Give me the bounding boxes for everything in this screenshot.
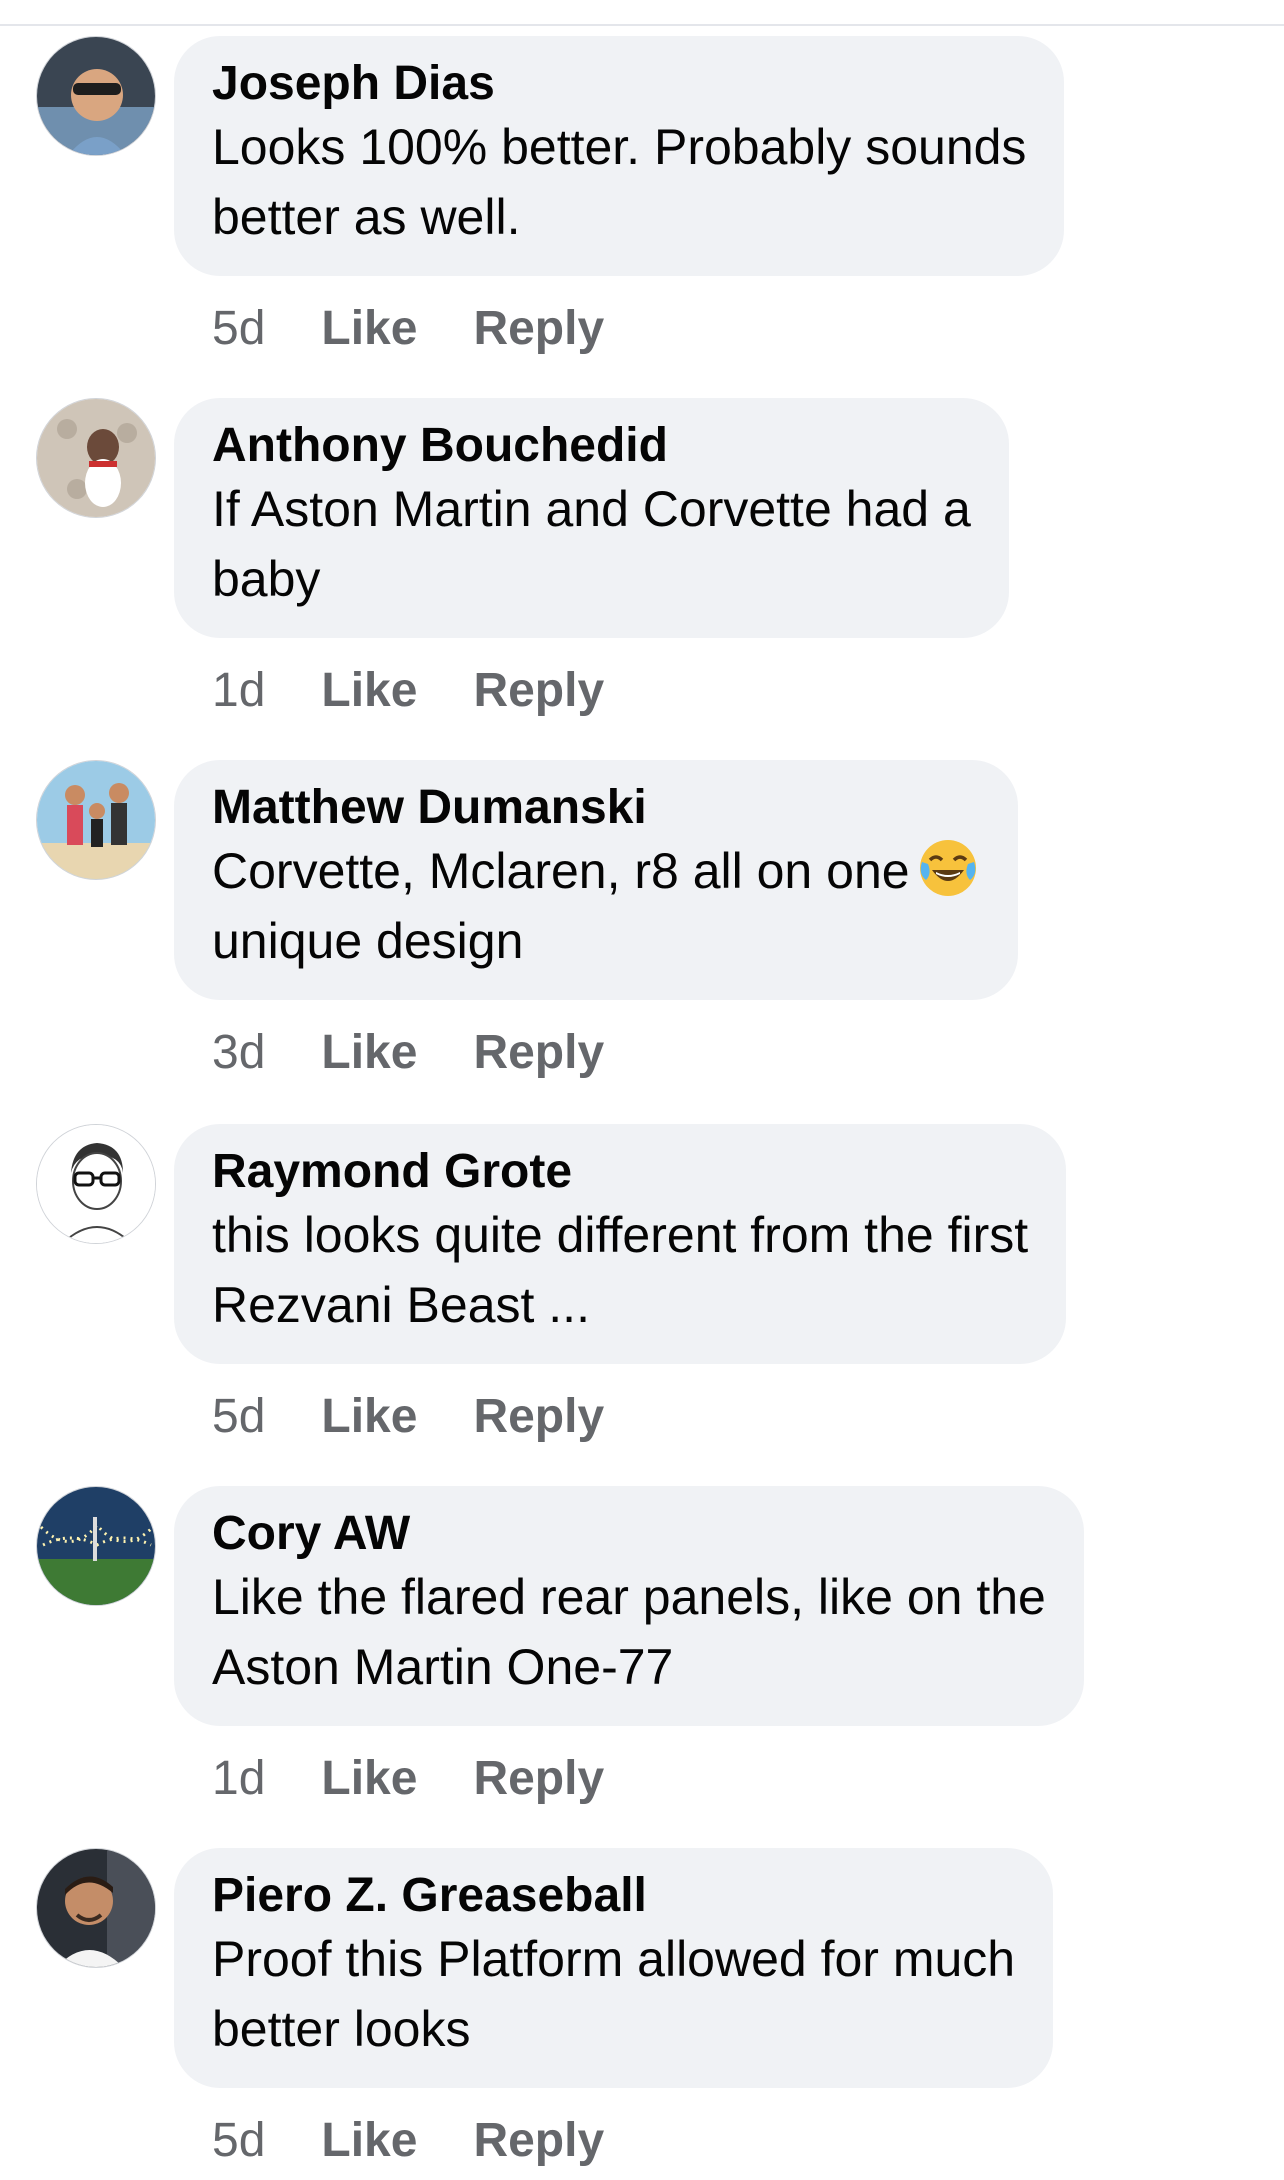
comment-actions: 5d Like Reply bbox=[212, 2110, 660, 2170]
comment-bubble: Raymond Grote this looks quite different… bbox=[174, 1124, 1067, 1364]
comment-text-line: Proof this Platform allowed for much bbox=[212, 1931, 1016, 1987]
comment-text-line: If Aston Martin and Corvette had a bbox=[212, 481, 971, 537]
comment-actions: 1d Like Reply bbox=[212, 660, 660, 720]
avatar[interactable] bbox=[36, 1848, 156, 1968]
comment-text-line: better looks bbox=[212, 2001, 471, 2057]
avatar[interactable] bbox=[36, 760, 156, 880]
comment-text-line: Like the flared rear panels, like on the bbox=[212, 1569, 1046, 1625]
reply-button[interactable]: Reply bbox=[473, 1389, 604, 1444]
comment-timestamp[interactable]: 5d bbox=[212, 301, 265, 356]
avatar-photo bbox=[37, 37, 155, 155]
like-button[interactable]: Like bbox=[321, 301, 417, 356]
reply-button[interactable]: Reply bbox=[473, 301, 604, 356]
comment-timestamp[interactable]: 5d bbox=[212, 2113, 265, 2168]
comment-author[interactable]: Anthony Bouchedid bbox=[212, 418, 971, 474]
comment-text-line: Aston Martin One-77 bbox=[212, 1639, 674, 1695]
comment-actions: 5d Like Reply bbox=[212, 298, 660, 358]
like-button[interactable]: Like bbox=[321, 663, 417, 718]
reply-button[interactable]: Reply bbox=[473, 1751, 604, 1806]
comment-timestamp[interactable]: 1d bbox=[212, 663, 265, 718]
like-button[interactable]: Like bbox=[321, 2113, 417, 2168]
comment-author[interactable]: Joseph Dias bbox=[212, 56, 1026, 112]
comment-timestamp[interactable]: 5d bbox=[212, 1389, 265, 1444]
comment-author[interactable]: Piero Z. Greaseball bbox=[212, 1868, 1015, 1924]
comment-author[interactable]: Cory AW bbox=[212, 1506, 1046, 1562]
comment-bubble: Joseph Dias Looks 100% better. Probably … bbox=[174, 36, 1065, 276]
comment-timestamp[interactable]: 3d bbox=[212, 1025, 265, 1080]
reply-button[interactable]: Reply bbox=[473, 2113, 604, 2168]
avatar-photo bbox=[37, 399, 155, 517]
comment-actions: 5d Like Reply bbox=[212, 1386, 660, 1446]
avatar[interactable] bbox=[36, 398, 156, 518]
comment-text-line: better as well. bbox=[212, 189, 521, 245]
avatar-photo bbox=[37, 1125, 155, 1243]
reply-button[interactable]: Reply bbox=[473, 663, 604, 718]
comment-text-line: unique design bbox=[212, 913, 524, 969]
avatar-photo bbox=[37, 1849, 155, 1967]
like-button[interactable]: Like bbox=[321, 1751, 417, 1806]
avatar-photo bbox=[37, 1487, 155, 1605]
reply-button[interactable]: Reply bbox=[473, 1025, 604, 1080]
comment-author[interactable]: Matthew Dumanski bbox=[212, 780, 980, 836]
like-button[interactable]: Like bbox=[321, 1025, 417, 1080]
comment-text-line: Rezvani Beast ... bbox=[212, 1277, 590, 1333]
comment-text-line: this looks quite different from the firs… bbox=[212, 1207, 1029, 1263]
comment-bubble: Matthew Dumanski Corvette, Mclaren, r8 a… bbox=[174, 760, 1018, 1000]
avatar[interactable] bbox=[36, 36, 156, 156]
comment-author[interactable]: Raymond Grote bbox=[212, 1144, 1028, 1200]
face-with-tears-of-joy-emoji bbox=[919, 840, 976, 896]
comment-text-line: Looks 100% better. Probably sounds bbox=[212, 119, 1027, 175]
comment-text-line: baby bbox=[212, 551, 321, 607]
comment-bubble: Cory AW Like the flared rear panels, lik… bbox=[174, 1486, 1084, 1726]
comment-text-line: Corvette, Mclaren, r8 all on one bbox=[212, 836, 980, 906]
avatar[interactable] bbox=[36, 1124, 156, 1244]
comment-text-segment: Corvette, Mclaren, r8 all on one bbox=[212, 843, 910, 899]
avatar-photo bbox=[37, 761, 155, 879]
comment-bubble: Piero Z. Greaseball Proof this Platform … bbox=[174, 1848, 1054, 2088]
comment-actions: 1d Like Reply bbox=[212, 1748, 660, 1808]
comment-timestamp[interactable]: 1d bbox=[212, 1751, 265, 1806]
comment-actions: 3d Like Reply bbox=[212, 1022, 660, 1082]
comment-bubble: Anthony Bouchedid If Aston Martin and Co… bbox=[174, 398, 1009, 638]
avatar[interactable] bbox=[36, 1486, 156, 1606]
like-button[interactable]: Like bbox=[321, 1389, 417, 1444]
top-divider bbox=[0, 0, 1284, 26]
